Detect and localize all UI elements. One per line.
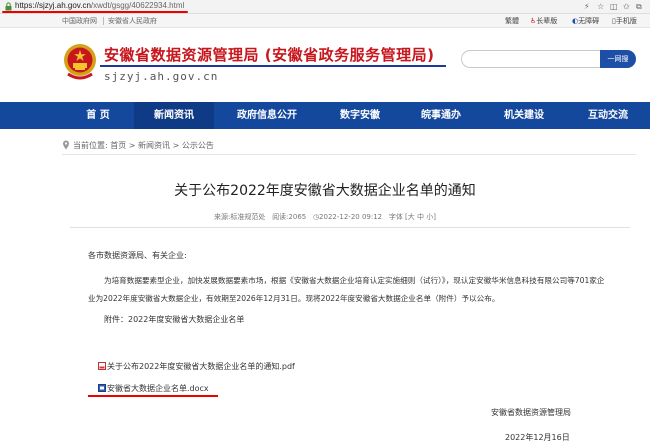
divider: [62, 154, 636, 155]
lock-icon: [5, 2, 12, 11]
main-nav: 首 页 新闻资讯 政府信息公开 数字安徽 皖事通办 机关建设 互动交流: [0, 102, 650, 129]
nav-item-wanshitong[interactable]: 皖事通办: [400, 102, 482, 129]
mobile-label: 手机版: [615, 17, 637, 25]
attachment-annotation-underline: [88, 395, 218, 397]
link-mobile[interactable]: ▯手机版: [612, 16, 637, 26]
meta-views-label: 阅读:: [272, 213, 289, 221]
favorites-icon[interactable]: ✩: [623, 2, 630, 11]
split-screen-icon[interactable]: ◫: [610, 2, 618, 11]
link-accessibility[interactable]: ◐无障碍: [572, 16, 599, 26]
breadcrumb-sep: >: [126, 141, 139, 150]
url-host: https://sjzyj.ah.gov.cn: [15, 1, 91, 10]
greeting: 各市数据资源局、有关企业:: [88, 251, 187, 260]
meta-source: 标准规范处: [230, 213, 266, 221]
site-title[interactable]: 安徽省数据资源管理局 (安徽省政务服务管理局): [104, 44, 434, 65]
search-input[interactable]: [461, 50, 601, 68]
url-annotation-underline: [2, 11, 188, 13]
meta-date: 2022-12-20 09:12: [319, 213, 383, 221]
body-paragraph-line-1: 为培育数据要素型企业，加快发展数据要素市场，根据《安徽省大数据企业培育认定实施细…: [104, 276, 605, 285]
link-traditional[interactable]: 繁體: [505, 16, 519, 26]
attachment-note: 附件：2022年度安徽省大数据企业名单: [104, 315, 245, 324]
site-domain: sjzyj.ah.gov.cn: [104, 70, 219, 83]
attachment-name: 安徽省大数据企业名单.docx: [107, 384, 209, 393]
divider: [103, 17, 104, 25]
font-size-switcher[interactable]: 字体 [大 中 小]: [389, 213, 436, 221]
site-header: 安徽省数据资源管理局 (安徽省政务服务管理局) sjzyj.ah.gov.cn …: [0, 28, 650, 102]
accessibility-label: 无障碍: [578, 17, 600, 25]
breadcrumb-prefix: 当前位置:: [73, 141, 108, 150]
signature: 安徽省数据资源管理局: [491, 408, 571, 417]
article-title: 关于公布2022年度安徽省大数据企业名单的通知: [174, 183, 476, 199]
breadcrumb-notices[interactable]: 公示公告: [182, 141, 214, 150]
title-annotation-underline: [100, 65, 446, 67]
divider: [70, 227, 630, 228]
address-url[interactable]: https://sjzyj.ah.gov.cn/xwdt/gsgg/406229…: [15, 1, 184, 10]
url-path: /xwdt/gsgg/40622934.html: [90, 1, 185, 10]
bolt-icon[interactable]: ⚡: [584, 2, 590, 11]
attachment-name: 关于公布2022年度安徽省大数据企业名单的通知.pdf: [107, 362, 295, 371]
breadcrumb-sep: >: [170, 141, 182, 150]
breadcrumb: 当前位置: 首页 > 新闻资讯 > 公示公告: [62, 140, 214, 151]
body-paragraph-line-2: 业为2022年度安徽省大数据企业，有效期至2026年12月31日。现将2022年…: [88, 294, 500, 303]
breadcrumb-news[interactable]: 新闻资讯: [138, 141, 170, 150]
pdf-file-icon: [98, 362, 106, 370]
elder-label: 长辈版: [536, 17, 558, 25]
attachment-link-pdf[interactable]: 关于公布2022年度安徽省大数据企业名单的通知.pdf: [98, 361, 295, 372]
link-elder-version[interactable]: ♿长辈版: [530, 16, 557, 26]
utility-bar: 中国政府网 安徽省人民政府 繁體 ♿长辈版 ◐无障碍 ▯手机版: [0, 14, 650, 28]
national-emblem-icon[interactable]: [62, 42, 98, 80]
article-meta: 来源:标准规范处 阅读:2065 ◷2022-12-20 09:12 字体 [大…: [0, 212, 650, 222]
collections-icon[interactable]: ⧉: [636, 2, 642, 12]
link-ah-gov[interactable]: 安徽省人民政府: [108, 16, 157, 26]
meta-views: 2065: [288, 213, 307, 221]
attachment-link-docx[interactable]: 安徽省大数据企业名单.docx: [98, 383, 209, 394]
nav-item-home[interactable]: 首 页: [62, 102, 134, 129]
nav-item-gov-info[interactable]: 政府信息公开: [214, 102, 320, 129]
nav-item-news[interactable]: 新闻资讯: [134, 102, 214, 129]
browser-address-bar[interactable]: https://sjzyj.ah.gov.cn/xwdt/gsgg/406229…: [0, 0, 650, 14]
sign-date: 2022年12月16日: [505, 433, 570, 442]
meta-source-label: 来源:: [214, 213, 231, 221]
nav-item-interaction[interactable]: 互动交流: [566, 102, 650, 129]
nav-item-organ-building[interactable]: 机关建设: [482, 102, 566, 129]
favorite-star-icon[interactable]: ☆: [597, 2, 604, 11]
nav-item-digital-anhui[interactable]: 数字安徽: [320, 102, 400, 129]
link-gov-cn[interactable]: 中国政府网: [62, 16, 97, 26]
docx-file-icon: [98, 384, 106, 392]
location-pin-icon: [63, 140, 69, 150]
search-button[interactable]: 一网搜: [600, 50, 636, 68]
breadcrumb-home[interactable]: 首页: [110, 141, 126, 150]
